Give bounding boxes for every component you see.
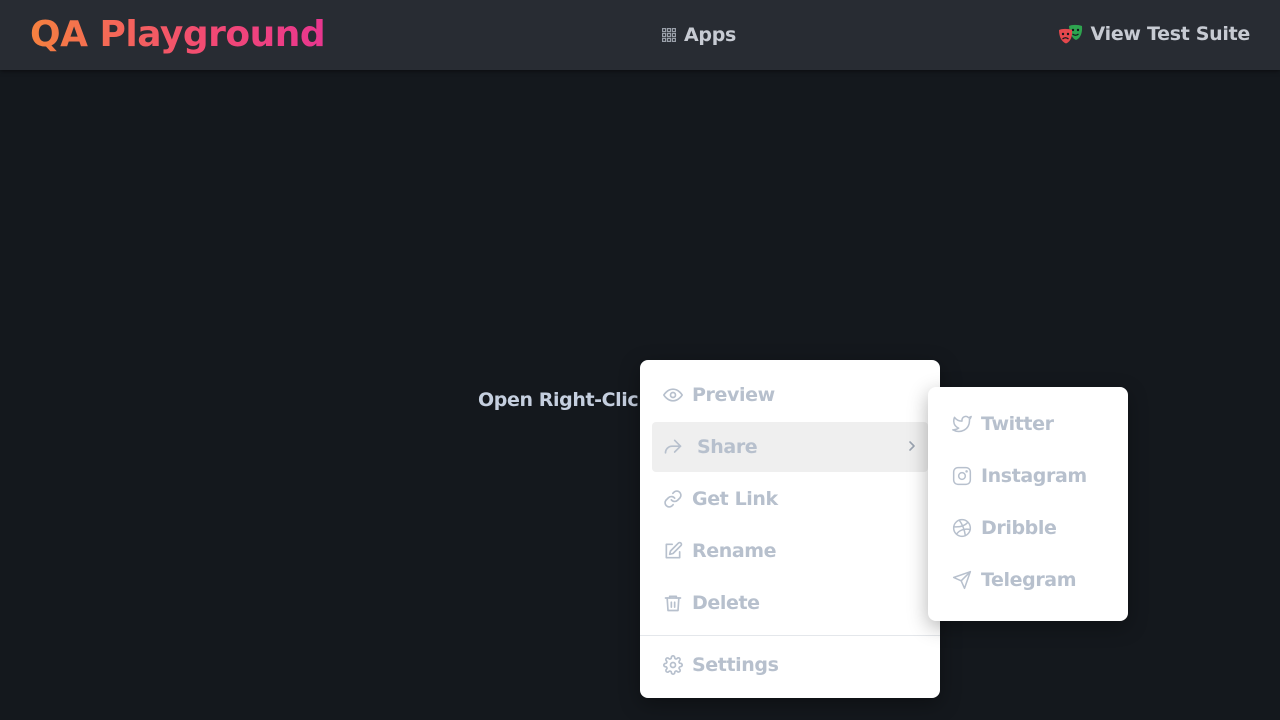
apps-link[interactable]: Apps bbox=[662, 23, 736, 47]
submenu-item-label: Dribble bbox=[981, 517, 1057, 539]
context-menu: Preview Share Get Link Rename Delete Set… bbox=[640, 360, 940, 698]
submenu-item-label: Instagram bbox=[981, 465, 1087, 487]
menu-item-share[interactable]: Share bbox=[652, 422, 928, 472]
submenu-item-dribble[interactable]: Dribble bbox=[940, 505, 1116, 551]
submenu-item-twitter[interactable]: Twitter bbox=[940, 401, 1116, 447]
eye-icon bbox=[663, 385, 683, 405]
share-icon bbox=[663, 437, 683, 457]
grid-icon bbox=[662, 28, 676, 42]
twitter-icon bbox=[952, 414, 972, 434]
dribbble-icon bbox=[952, 518, 972, 538]
submenu-item-telegram[interactable]: Telegram bbox=[940, 557, 1116, 603]
right-click-trigger[interactable]: Open Right-Clic bbox=[478, 387, 640, 413]
view-test-suite-label: View Test Suite bbox=[1090, 23, 1251, 45]
theater-masks-icon bbox=[1058, 23, 1084, 45]
submenu-item-label: Twitter bbox=[981, 413, 1054, 435]
top-navbar: QA Playground Apps View Test Suite bbox=[0, 0, 1280, 70]
menu-item-label: Delete bbox=[692, 592, 760, 614]
menu-item-settings[interactable]: Settings bbox=[652, 640, 928, 690]
view-test-suite-link[interactable]: View Test Suite bbox=[1058, 22, 1250, 46]
menu-item-label: Share bbox=[697, 436, 758, 458]
link-icon bbox=[663, 489, 683, 509]
site-logo[interactable]: QA Playground bbox=[30, 13, 326, 57]
menu-item-label: Preview bbox=[692, 384, 775, 406]
chevron-right-icon bbox=[906, 439, 918, 453]
gear-icon bbox=[663, 655, 683, 675]
menu-item-rename[interactable]: Rename bbox=[652, 526, 928, 576]
menu-divider bbox=[640, 635, 940, 636]
menu-item-label: Rename bbox=[692, 540, 777, 562]
menu-item-delete[interactable]: Delete bbox=[652, 578, 928, 628]
telegram-icon bbox=[952, 570, 972, 590]
submenu-item-instagram[interactable]: Instagram bbox=[940, 453, 1116, 499]
edit-icon bbox=[663, 541, 683, 561]
trash-icon bbox=[663, 593, 683, 613]
menu-item-preview[interactable]: Preview bbox=[652, 370, 928, 420]
apps-label: Apps bbox=[684, 24, 737, 46]
menu-item-label: Get Link bbox=[692, 488, 778, 510]
instagram-icon bbox=[952, 466, 972, 486]
submenu-item-label: Telegram bbox=[981, 569, 1077, 591]
share-submenu: Twitter Instagram Dribble Telegram bbox=[928, 387, 1128, 621]
menu-item-get-link[interactable]: Get Link bbox=[652, 474, 928, 524]
menu-item-label: Settings bbox=[692, 654, 779, 676]
